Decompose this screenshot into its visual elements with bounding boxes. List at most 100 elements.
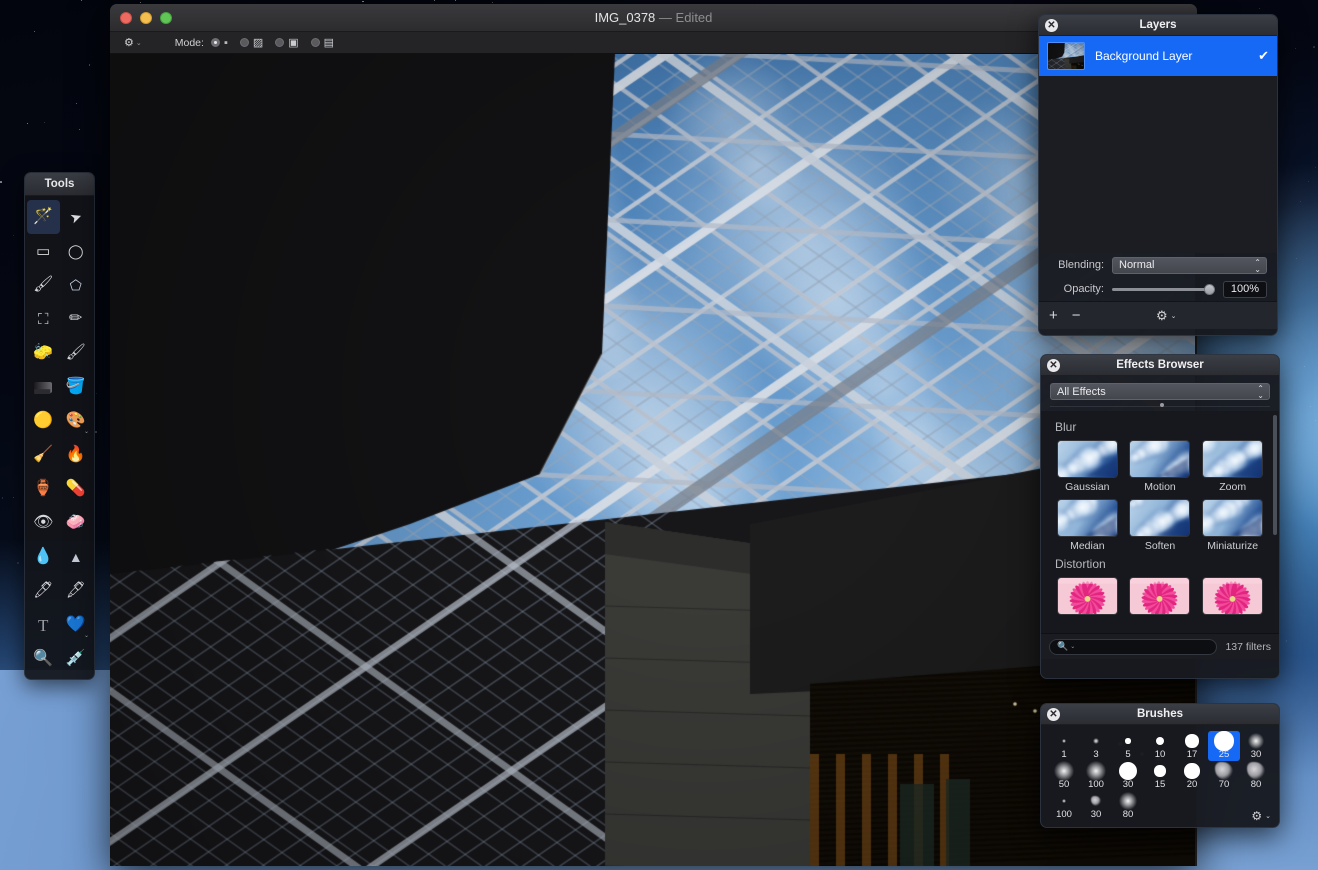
- brush-item[interactable]: 30: [1112, 761, 1144, 791]
- brushes-options-gear-button[interactable]: ⚙ ⌄: [1251, 809, 1271, 823]
- brush-item[interactable]: 15: [1144, 761, 1176, 791]
- document-photo[interactable]: [110, 54, 1195, 866]
- tools-palette: Tools 🪄 ➤ ▭ ◯ 🖌 ⬠ ⛶ ✏ 🧽 🖌 ▬ 🪣 🟡 🎨 ⌄ 🧹 🔥 🏺 💊 👁 🧼 💧 ▲ 🖊 🖋 T 💙 ⌄ 🔍 💉: [24, 172, 95, 680]
- burn-tool[interactable]: 🔥: [60, 438, 93, 472]
- add-layer-button[interactable]: +: [1049, 308, 1058, 323]
- sharpen-tool[interactable]: ▲: [60, 540, 93, 574]
- mode-intersect-icon: ▤: [323, 37, 335, 49]
- brush-item[interactable]: 30: [1080, 791, 1112, 821]
- effect-item[interactable]: [1051, 577, 1124, 620]
- pen-tool[interactable]: 🖊: [27, 574, 60, 608]
- close-icon[interactable]: ✕: [1045, 19, 1058, 32]
- brush-dot-icon: [1247, 762, 1265, 780]
- layer-row[interactable]: Background Layer ✔: [1039, 36, 1277, 76]
- clone-stamp-tool[interactable]: 🏺: [27, 472, 60, 506]
- radio-add[interactable]: [239, 38, 249, 47]
- elliptical-marquee-tool[interactable]: ◯: [60, 234, 93, 268]
- opacity-value[interactable]: 100%: [1223, 280, 1267, 298]
- brush-item[interactable]: 1: [1048, 731, 1080, 761]
- crop-tool[interactable]: ⛶: [27, 302, 60, 336]
- document-window: IMG_0378 — Edited ⚙ ⌄ Mode: ▪ ▨ ▣ ▤: [110, 4, 1197, 866]
- brush-preview: [1093, 733, 1099, 749]
- gradient-tool[interactable]: ▬: [27, 370, 60, 404]
- rectangular-marquee-tool[interactable]: ▭: [27, 234, 60, 268]
- healing-brush-tool[interactable]: 💊: [60, 472, 93, 506]
- canvas-area[interactable]: [110, 54, 1197, 866]
- brush-item[interactable]: 100: [1048, 791, 1080, 821]
- selection-mode-radio-group[interactable]: ▪ ▨ ▣ ▤: [210, 36, 346, 49]
- brush-preview: [1185, 733, 1199, 749]
- effects-scroll-region[interactable]: Blur Gaussian Motion Zoom Median Soften Miniat…: [1041, 411, 1279, 633]
- effects-category-select[interactable]: All Effects ⌃ ⌄: [1050, 383, 1270, 400]
- brush-item[interactable]: 30: [1240, 731, 1272, 761]
- close-icon[interactable]: ✕: [1047, 708, 1060, 721]
- mode-option-replace[interactable]: ▪: [210, 37, 228, 49]
- effect-item[interactable]: Zoom: [1196, 440, 1269, 495]
- chevron-down-icon[interactable]: ⌄: [1070, 643, 1075, 650]
- eraser-block-tool[interactable]: 🧼: [60, 506, 93, 540]
- effect-item[interactable]: Median: [1051, 499, 1124, 554]
- brush-item[interactable]: 5: [1112, 731, 1144, 761]
- eraser-tool[interactable]: 🧽: [27, 336, 60, 370]
- effect-item[interactable]: Gaussian: [1051, 440, 1124, 495]
- radio-replace[interactable]: [210, 38, 220, 47]
- brush-item[interactable]: 70: [1208, 761, 1240, 791]
- brush-dot-icon: [1154, 765, 1166, 777]
- red-eye-tool[interactable]: 👁: [27, 506, 60, 540]
- blur-tool[interactable]: 💧: [27, 540, 60, 574]
- brush-item[interactable]: 25: [1208, 731, 1240, 761]
- brush-item[interactable]: 100: [1080, 761, 1112, 791]
- search-input[interactable]: 🔍 ⌄: [1049, 638, 1218, 655]
- radio-intersect[interactable]: [310, 38, 320, 47]
- text-tool[interactable]: T: [27, 608, 60, 642]
- effect-item[interactable]: [1124, 577, 1197, 620]
- effect-item[interactable]: [1196, 577, 1269, 620]
- zoom-tool[interactable]: 🔍: [27, 642, 60, 676]
- brush-item[interactable]: 3: [1080, 731, 1112, 761]
- opacity-slider[interactable]: [1112, 281, 1215, 298]
- opacity-slider-knob[interactable]: [1204, 283, 1215, 295]
- effect-item[interactable]: Motion: [1124, 440, 1197, 495]
- brush-size-label: 10: [1154, 749, 1166, 760]
- effects-scrollbar[interactable]: [1273, 415, 1277, 535]
- arrow-select-tool[interactable]: ➤: [60, 200, 93, 234]
- shape-tool[interactable]: 💙 ⌄: [60, 608, 93, 642]
- smudge-icon: 🧹: [33, 446, 54, 463]
- color-palette-tool[interactable]: 🎨 ⌄: [60, 404, 93, 438]
- brush-item[interactable]: 80: [1240, 761, 1272, 791]
- smudge-tool[interactable]: 🧹: [27, 438, 60, 472]
- layers-options-gear-button[interactable]: ⚙ ⌄: [1156, 308, 1177, 324]
- mode-option-add[interactable]: ▨: [239, 36, 263, 49]
- remove-layer-button[interactable]: −: [1072, 308, 1081, 323]
- mode-option-intersect[interactable]: ▤: [310, 36, 335, 49]
- lasso-tool[interactable]: ⬠: [60, 268, 93, 302]
- brush-item[interactable]: 20: [1176, 761, 1208, 791]
- effect-item[interactable]: Miniaturize: [1196, 499, 1269, 554]
- brushes-row[interactable]: 100 30 80: [1048, 791, 1272, 821]
- blending-mode-select[interactable]: Normal ⌃ ⌄: [1112, 256, 1267, 274]
- brushes-row[interactable]: 50 100 30 15 20 70 80: [1048, 761, 1272, 791]
- mode-option-subtract[interactable]: ▣: [275, 36, 299, 49]
- brushes-row[interactable]: 1 3 5 10 17 25 30: [1048, 731, 1272, 761]
- effects-resize-dot[interactable]: [1160, 403, 1164, 407]
- quick-select-tool[interactable]: 🖌: [27, 268, 60, 302]
- eyedropper-tool[interactable]: 💉: [60, 642, 93, 676]
- effect-item[interactable]: Soften: [1124, 499, 1197, 554]
- brush-item[interactable]: 17: [1176, 731, 1208, 761]
- gradient-icon: ▬: [34, 380, 53, 398]
- pencil-tool[interactable]: ✏: [60, 302, 93, 336]
- close-icon[interactable]: ✕: [1047, 359, 1060, 372]
- effects-browser-panel: ✕ Effects Browser All Effects ⌃ ⌄ Blur Gau…: [1040, 354, 1280, 679]
- toolbar-options-gear-button[interactable]: ⚙ ⌄: [124, 36, 142, 49]
- brush-item[interactable]: 80: [1112, 791, 1144, 821]
- layer-visibility-checkbox[interactable]: ✔: [1258, 48, 1269, 64]
- brush-item[interactable]: 10: [1144, 731, 1176, 761]
- dodge-tool[interactable]: 🟡: [27, 404, 60, 438]
- brush-item[interactable]: 50: [1048, 761, 1080, 791]
- radio-subtract[interactable]: [275, 38, 285, 47]
- paintbrush-tool[interactable]: 🖌: [60, 336, 93, 370]
- freehand-pen-tool[interactable]: 🖋: [60, 574, 93, 608]
- paint-bucket-tool[interactable]: 🪣: [60, 370, 93, 404]
- magic-wand-tool[interactable]: 🪄: [27, 200, 60, 234]
- layers-list[interactable]: Background Layer ✔: [1039, 36, 1277, 253]
